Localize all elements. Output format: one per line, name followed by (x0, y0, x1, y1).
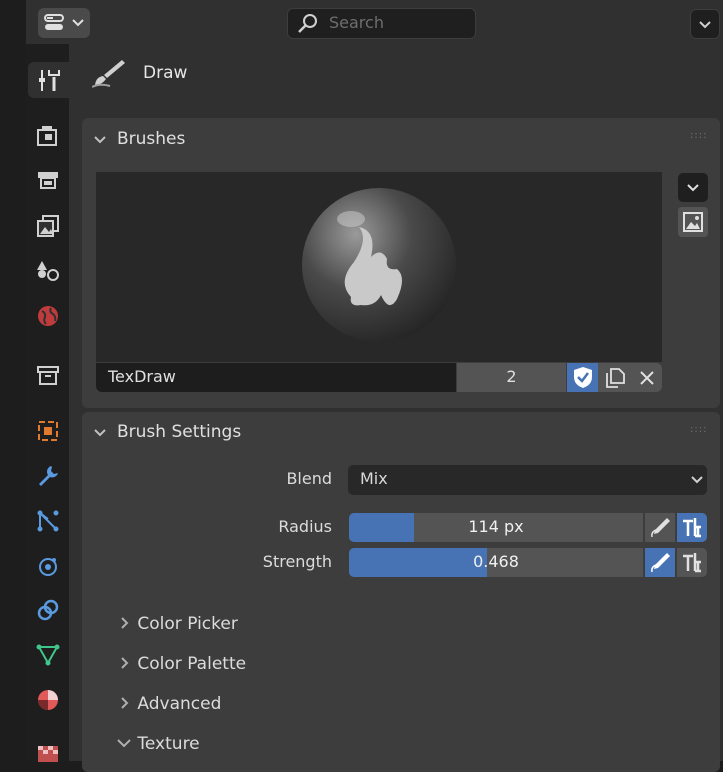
object-icon (38, 421, 58, 441)
strength-value: 0.468 (473, 552, 519, 571)
strength-slider[interactable]: 0.468 (349, 548, 643, 577)
panel-drag-handle[interactable]: :::: (690, 424, 707, 435)
radius-label: Radius (278, 517, 332, 536)
duplicate-icon (606, 368, 625, 388)
chevron-down-icon (72, 19, 84, 27)
tab-data[interactable] (30, 637, 66, 673)
brush-preview-image (302, 188, 456, 342)
unified-settings-icon (683, 553, 701, 573)
subpanel-advanced[interactable]: Advanced (118, 694, 221, 714)
chevron-down-icon (691, 476, 703, 484)
pen-pressure-icon (651, 553, 670, 573)
radius-value: 114 px (468, 517, 524, 536)
chevron-right-icon (121, 697, 129, 709)
view-layer-icon (37, 215, 59, 237)
tab-view-layer[interactable] (30, 208, 66, 244)
options-dropdown-button[interactable] (690, 9, 720, 39)
texture-icon (38, 746, 58, 762)
modifier-icon (39, 466, 58, 486)
constraints-icon (37, 599, 59, 621)
search-input[interactable]: Search (287, 8, 476, 39)
radius-slider[interactable]: 114 px (349, 513, 643, 542)
subpanel-label: Color Picker (137, 614, 238, 634)
chevron-down-icon (94, 136, 106, 144)
chevron-right-icon (121, 617, 129, 629)
tab-modifier[interactable] (30, 458, 66, 494)
unified-settings-icon (683, 518, 701, 538)
radius-pressure-button[interactable] (645, 513, 675, 542)
tool-title: Draw (143, 63, 188, 83)
duplicate-brush-button[interactable] (598, 363, 631, 392)
brush-name-text: TexDraw (108, 367, 176, 386)
subpanel-label: Color Palette (137, 654, 247, 674)
panel-drag-handle[interactable]: :::: (690, 130, 707, 141)
tool-icon (38, 70, 60, 91)
tab-constraints[interactable] (30, 592, 66, 628)
brush-preview[interactable] (96, 172, 662, 362)
brush-user-count-text: 2 (506, 367, 517, 386)
tab-texture[interactable] (30, 734, 66, 770)
chevron-down-icon (699, 21, 711, 29)
strength-label: Strength (262, 552, 332, 571)
tab-material[interactable] (30, 682, 66, 718)
search-placeholder: Search (329, 13, 384, 32)
chevron-down-icon (94, 429, 106, 437)
subpanel-texture[interactable]: Texture (116, 734, 200, 754)
blend-select[interactable]: Mix (348, 465, 707, 495)
output-icon (38, 172, 58, 189)
editor-type-button[interactable] (38, 8, 90, 38)
strength-pressure-button[interactable] (645, 548, 675, 577)
brush-browse-dropdown[interactable] (678, 173, 708, 202)
close-icon (640, 371, 654, 385)
tab-world[interactable] (30, 298, 66, 334)
brush-tool-icon (92, 60, 125, 88)
pen-pressure-icon (651, 518, 670, 538)
material-icon (38, 690, 58, 710)
tab-collection[interactable] (30, 357, 66, 393)
subpanel-label: Advanced (137, 694, 222, 714)
subpanel-label: Texture (137, 734, 200, 754)
search-icon (298, 14, 317, 33)
tab-particles[interactable] (30, 503, 66, 539)
render-icon (37, 126, 57, 146)
chevron-down-icon (687, 184, 699, 192)
tab-physics[interactable] (30, 548, 66, 584)
fake-user-button[interactable] (567, 363, 598, 392)
tab-render[interactable] (30, 118, 66, 154)
chevron-down-icon (117, 739, 131, 748)
chevron-right-icon (121, 657, 129, 669)
subpanel-color-picker[interactable]: Color Picker (118, 614, 238, 634)
tab-output[interactable] (30, 162, 66, 198)
subpanel-color-palette[interactable]: Color Palette (118, 654, 246, 674)
blend-label: Blend (286, 469, 332, 488)
shield-icon (574, 367, 592, 388)
image-icon (683, 212, 703, 232)
scene-icon (37, 261, 59, 281)
brush-user-count: 2 (457, 363, 566, 392)
particles-icon (37, 510, 59, 532)
blend-value: Mix (360, 469, 388, 488)
brush-image-button[interactable] (678, 207, 708, 237)
data-icon (36, 644, 60, 666)
collection-icon (37, 366, 59, 385)
brushes-panel-title: Brushes (117, 129, 186, 149)
brush-name-field[interactable]: TexDraw (96, 363, 456, 392)
unlink-brush-button[interactable] (631, 363, 662, 392)
tab-scene[interactable] (30, 252, 66, 288)
tab-object[interactable] (30, 413, 66, 449)
radius-unified-button[interactable] (677, 513, 707, 542)
strength-unified-button[interactable] (677, 548, 707, 577)
brush-settings-panel-title: Brush Settings (117, 422, 242, 442)
physics-icon (39, 558, 57, 576)
properties-editor-icon (44, 14, 64, 30)
world-icon (38, 306, 58, 326)
tab-tool[interactable] (28, 62, 69, 98)
